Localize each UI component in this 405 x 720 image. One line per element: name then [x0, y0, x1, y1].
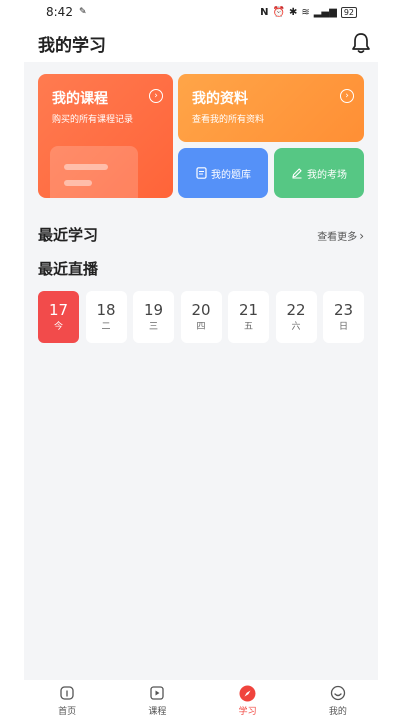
compass-icon — [239, 684, 257, 702]
main-content: 我的课程 › 购买的所有课程记录 我的资料 › 查看我的所有资料 我的题库 我的… — [24, 62, 378, 680]
my-exam-room-card[interactable]: 我的考场 — [274, 148, 364, 198]
smile-icon — [329, 684, 347, 702]
date-item[interactable]: 20 四 — [180, 291, 222, 343]
my-exam-room-label: 我的考场 — [307, 169, 347, 181]
date-picker: 17 今 18 二 19 三 20 四 21 五 22 六 23 日 — [38, 291, 364, 343]
recent-live-heading: 最近直播 — [38, 260, 99, 278]
home-icon — [58, 684, 76, 702]
arrow-right-circle-icon: › — [149, 89, 163, 103]
tab-home[interactable]: 首页 — [32, 684, 102, 720]
my-courses-card[interactable]: 我的课程 › 购买的所有课程记录 — [38, 74, 173, 198]
play-icon — [148, 684, 166, 702]
view-more-label: 查看更多 — [317, 232, 358, 243]
my-materials-subtitle: 查看我的所有资料 — [192, 115, 265, 125]
date-weekday: 日 — [338, 322, 348, 332]
tab-courses-label: 课程 — [148, 707, 167, 717]
date-item[interactable]: 21 五 — [228, 291, 269, 343]
my-question-bank-card[interactable]: 我的题库 — [178, 148, 268, 198]
tab-home-label: 首页 — [58, 707, 77, 717]
tab-mine[interactable]: 我的 — [303, 684, 373, 720]
card-decoration — [50, 146, 138, 198]
bluetooth-icon: ✱ — [288, 6, 298, 18]
my-question-bank-label: 我的题库 — [211, 169, 251, 181]
tab-courses[interactable]: 课程 — [122, 684, 192, 720]
nfc-icon: N — [260, 6, 269, 18]
date-number: 22 — [286, 301, 306, 319]
date-number: 21 — [238, 301, 259, 319]
date-number: 20 — [191, 301, 211, 319]
alarm-icon: ⏰ — [272, 6, 285, 18]
my-materials-card[interactable]: 我的资料 › 查看我的所有资料 — [178, 74, 364, 142]
view-more-link[interactable]: 查看更多 › — [317, 228, 364, 244]
date-number: 23 — [333, 301, 354, 319]
my-courses-subtitle: 购买的所有课程记录 — [52, 115, 134, 125]
date-item[interactable]: 17 今 — [38, 291, 79, 343]
status-time: 8:42 — [46, 5, 73, 19]
date-weekday: 今 — [53, 322, 63, 332]
bottom-tab-bar: 首页 课程 学习 我的 — [0, 680, 405, 720]
notification-icon: ✎ — [78, 7, 87, 17]
date-weekday: 四 — [196, 322, 206, 332]
arrow-right-circle-icon: › — [340, 89, 354, 103]
battery-icon: 92 — [340, 6, 357, 18]
tab-study[interactable]: 学习 — [213, 684, 283, 720]
date-number: 18 — [96, 301, 116, 319]
signal-icon: ▂▄▆ — [313, 6, 337, 18]
date-number: 17 — [48, 301, 69, 319]
date-weekday: 六 — [291, 322, 301, 332]
date-weekday: 二 — [101, 322, 111, 332]
date-number: 19 — [143, 301, 164, 319]
recent-study-heading: 最近学习 — [38, 226, 99, 244]
wifi-icon: ≋ — [301, 6, 310, 18]
date-weekday: 三 — [148, 322, 158, 332]
card-decoration-line — [64, 164, 108, 170]
my-courses-title: 我的课程 — [52, 91, 108, 107]
page-title: 我的学习 — [38, 35, 106, 56]
tab-mine-label: 我的 — [328, 707, 347, 717]
my-materials-title: 我的资料 — [192, 91, 248, 107]
chevron-right-icon: › — [359, 228, 364, 243]
bell-icon[interactable] — [349, 31, 373, 55]
date-item[interactable]: 19 三 — [133, 291, 174, 343]
page-header: 我的学习 — [0, 24, 405, 62]
card-decoration-line — [64, 180, 92, 186]
tab-study-label: 学习 — [238, 707, 257, 717]
document-icon — [195, 167, 207, 179]
date-item[interactable]: 22 六 — [275, 291, 317, 343]
date-weekday: 五 — [243, 322, 253, 332]
status-bar: 8:42 ✎ N ⏰ ✱ ≋ ▂▄▆ 92 — [0, 0, 405, 24]
pencil-icon — [291, 167, 303, 179]
date-item[interactable]: 23 日 — [323, 291, 364, 343]
date-item[interactable]: 18 二 — [85, 291, 127, 343]
